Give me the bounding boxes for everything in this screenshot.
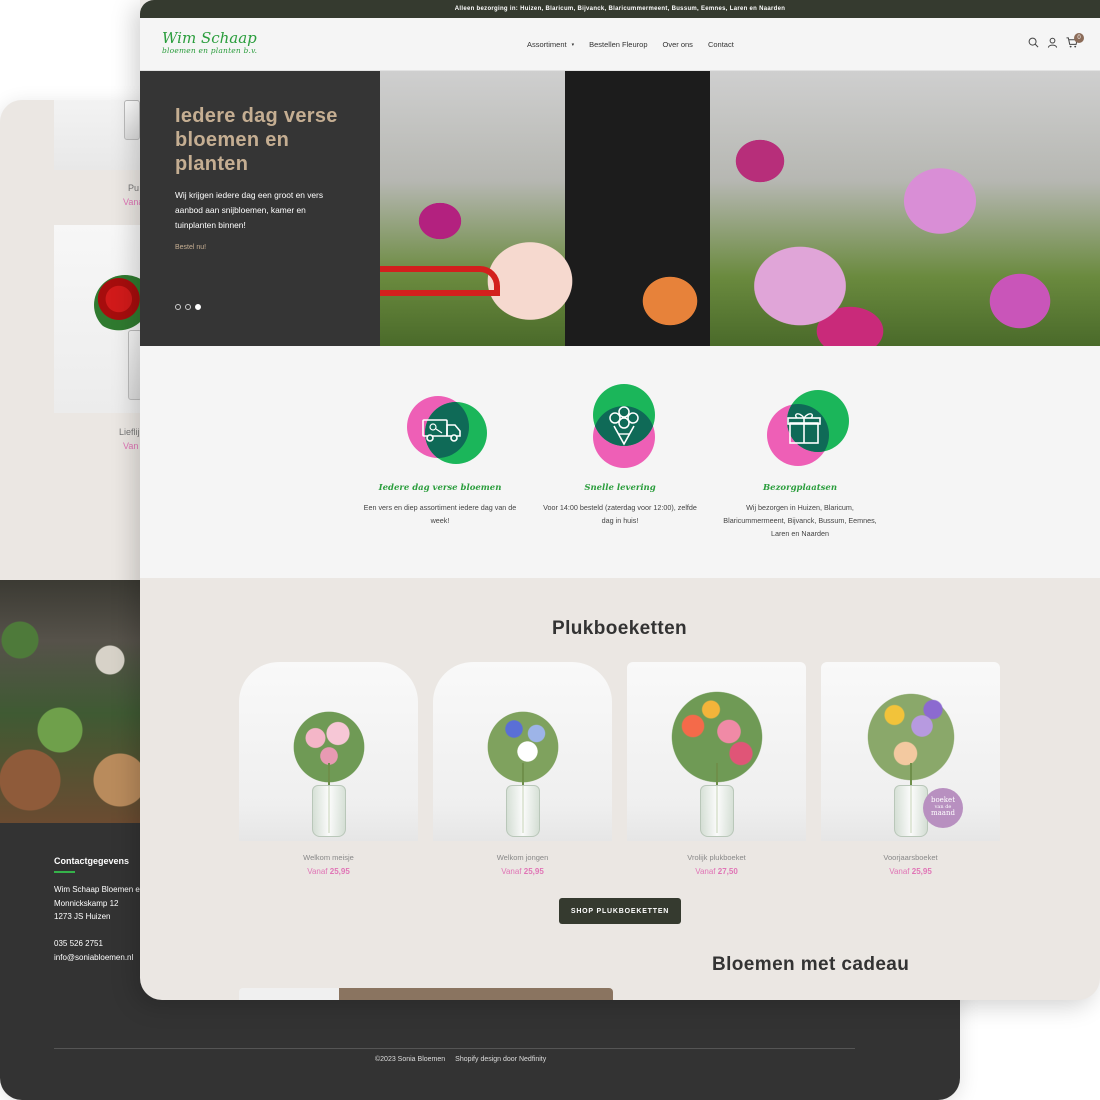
section-title-plukboeketten: Plukboeketten xyxy=(552,618,688,639)
site-header: Wim Schaap bloemen en planten b.v. Assor… xyxy=(140,18,1100,71)
title-underline xyxy=(54,871,75,873)
feature-fast-delivery: Snelle levering Voor 14:00 besteld (zate… xyxy=(540,384,700,527)
product-image[interactable] xyxy=(627,662,806,841)
section-title-cadeau: Bloemen met cadeau xyxy=(712,954,910,975)
price-value: 25,95 xyxy=(329,867,350,876)
nav-item-assortiment[interactable]: Assortiment ▾ xyxy=(527,40,574,49)
product-name[interactable]: Welkom meisje xyxy=(239,853,418,862)
hero-panel: Iedere dag verse bloemen en planten Wij … xyxy=(140,71,380,346)
product-card[interactable]: boeket van de maand Voorjaarsboeket Vana… xyxy=(821,662,1000,876)
price-label: Vanaf xyxy=(307,867,328,876)
product-name[interactable]: Pu xyxy=(128,183,139,193)
product-image[interactable] xyxy=(239,662,418,841)
contact-title: Contactgegevens xyxy=(54,856,130,866)
product-name[interactable]: Voorjaarsboeket xyxy=(821,853,1000,862)
product-grid: Welkom meisje Vanaf 25,95 Welkom jongen … xyxy=(239,662,1000,876)
logo-subtitle: bloemen en planten b.v. xyxy=(162,46,258,55)
main-nav: Assortiment ▾ Bestellen Fleurop Over ons … xyxy=(527,40,734,49)
contact-email[interactable]: info@soniabloemen.nl xyxy=(54,953,133,962)
chevron-down-icon: ▾ xyxy=(571,42,575,48)
slider-dots xyxy=(175,304,201,310)
features-section: Iedere dag verse bloemen Een vers en die… xyxy=(140,346,1100,578)
feature-fresh-flowers: Iedere dag verse bloemen Een vers en die… xyxy=(360,384,520,527)
nav-item-bestellen-fleurop[interactable]: Bestellen Fleurop xyxy=(589,40,647,49)
bouquet-icon xyxy=(575,384,665,469)
account-icon[interactable] xyxy=(1047,37,1058,48)
product-price: Vanaf 25,95 xyxy=(239,867,418,876)
feature-delivery-areas: Bezorgplaatsen Wij bezorgen in Huizen, B… xyxy=(720,384,880,540)
nav-label: Assortiment xyxy=(527,40,567,49)
price-value: 25,95 xyxy=(911,867,932,876)
price-value: 27,50 xyxy=(717,867,738,876)
product-name[interactable]: Welkom jongen xyxy=(433,853,612,862)
logo-title: Wim Schaap xyxy=(162,29,257,47)
product-card[interactable]: Welkom jongen Vanaf 25,95 xyxy=(433,662,612,876)
contact-postal: 1273 JS Huizen xyxy=(54,912,111,921)
slider-dot[interactable] xyxy=(175,304,181,310)
hero-slider: Iedere dag verse bloemen en planten Wij … xyxy=(140,71,1100,346)
feature-text: Voor 14:00 besteld (zaterdag voor 12:00)… xyxy=(543,503,697,525)
badge-line: boeket xyxy=(930,796,956,804)
hero-title: Iedere dag verse bloemen en planten xyxy=(175,105,338,175)
hero-flowers-photo xyxy=(380,71,1100,346)
feature-title: Snelle levering xyxy=(584,483,656,493)
footer-divider xyxy=(54,1048,855,1049)
copyright: ©2023 Sonia Bloemen xyxy=(375,1056,446,1063)
hero-text: Wij krijgen iedere dag een groot en vers… xyxy=(175,190,324,230)
nav-item-over-ons[interactable]: Over ons xyxy=(663,40,693,49)
footer-credits: ©2023 Sonia Bloemen Shopify design door N… xyxy=(375,1056,546,1063)
contact-phone[interactable]: 035 526 2751 xyxy=(54,939,103,948)
front-window: Alleen bezorging in: Huizen, Blaricum, B… xyxy=(140,0,1100,1000)
stage: Pu Vana Lieflijk Van Contactgegevens Wim… xyxy=(0,0,1100,1100)
product-price: Vanaf 27,50 xyxy=(627,867,806,876)
slider-dot[interactable] xyxy=(185,304,191,310)
price-label: Vanaf xyxy=(501,867,522,876)
product-image[interactable] xyxy=(433,662,612,841)
cart-icon[interactable]: 0 xyxy=(1066,33,1084,48)
hero-cta-link[interactable]: Bestel nu! xyxy=(175,244,206,251)
search-icon[interactable] xyxy=(1028,37,1039,48)
gift-icon xyxy=(755,384,849,469)
product-card[interactable]: Welkom meisje Vanaf 25,95 xyxy=(239,662,418,876)
feature-text: Wij bezorgen in Huizen, Blaricum, Blaric… xyxy=(723,503,877,538)
credits-link[interactable]: Shopify design door Nedfinity xyxy=(455,1056,546,1063)
feature-text: Een vers en diep assortiment iedere dag … xyxy=(363,503,517,525)
boeket-van-de-maand-badge: boeket van de maand xyxy=(923,788,963,828)
gift-product-image[interactable] xyxy=(239,988,613,1000)
contact-company: Wim Schaap Bloemen en xyxy=(54,885,145,894)
slider-dot-active[interactable] xyxy=(195,304,201,310)
product-price: Van xyxy=(123,441,139,451)
product-price: Vanaf 25,95 xyxy=(433,867,612,876)
announcement-bar: Alleen bezorging in: Huizen, Blaricum, B… xyxy=(140,0,1100,18)
feature-title: Iedere dag verse bloemen xyxy=(378,483,502,493)
header-icons: 0 xyxy=(1028,33,1084,48)
product-image[interactable]: boeket van de maand xyxy=(821,662,1000,841)
delivery-truck-icon xyxy=(395,384,487,469)
cart-count-badge: 0 xyxy=(1074,33,1084,43)
price-label: Vanaf xyxy=(889,867,910,876)
shop-plukboeketten-button[interactable]: SHOP PLUKBOEKETTEN xyxy=(559,898,681,924)
contact-street: Monnickskamp 12 xyxy=(54,899,119,908)
nav-item-contact[interactable]: Contact xyxy=(708,40,734,49)
logo[interactable]: Wim Schaap bloemen en planten b.v. xyxy=(162,29,257,55)
price-label: Vanaf xyxy=(695,867,716,876)
product-name[interactable]: Vrolijk plukboeket xyxy=(627,853,806,862)
price-value: 25,95 xyxy=(523,867,544,876)
product-card[interactable]: Vrolijk plukboeket Vanaf 27,50 xyxy=(627,662,806,876)
product-price: Vanaf 25,95 xyxy=(821,867,1000,876)
feature-title: Bezorgplaatsen xyxy=(763,483,837,493)
badge-line: maand xyxy=(931,809,955,817)
